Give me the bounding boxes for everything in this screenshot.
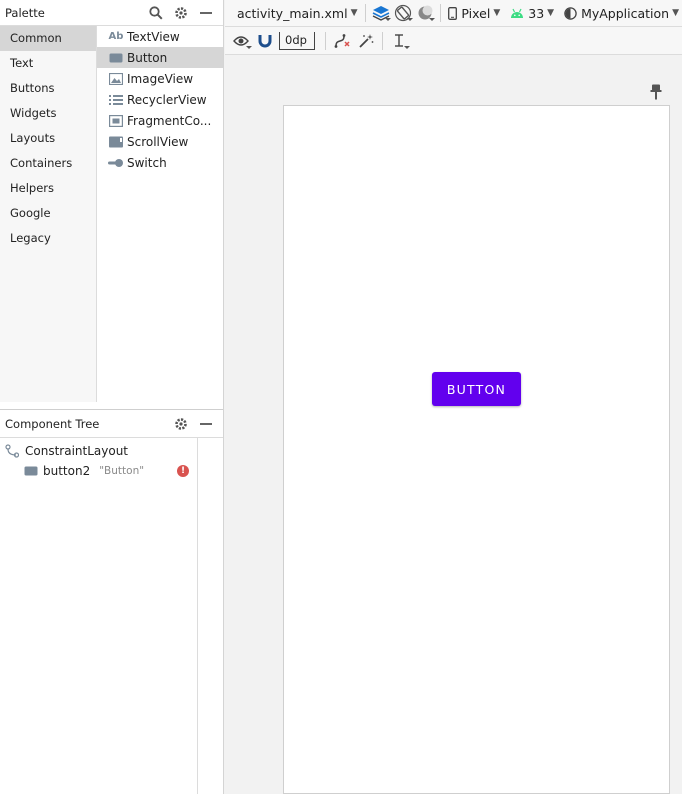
tree-child-hint: "Button"	[99, 465, 145, 477]
widget-scrollview[interactable]: ScrollView	[97, 131, 223, 152]
design-toolbar: activity_main.xml ▼ Pixel ▼ 33 ▼ MyAppli…	[225, 0, 682, 27]
default-margin-field[interactable]: 0dp	[279, 31, 315, 50]
chevron-down-icon	[429, 18, 436, 21]
magnet-icon[interactable]	[253, 30, 277, 52]
chevron-down-icon: ▼	[547, 8, 555, 18]
component-tree-panel: Component Tree ConstraintLayout button2 …	[0, 409, 223, 794]
guidelines-icon[interactable]	[387, 30, 411, 52]
theme-icon	[564, 6, 577, 20]
palette-title: Palette	[5, 5, 45, 20]
widget-imageview[interactable]: ImageView	[97, 68, 223, 89]
api-level-selector[interactable]: 33 ▼	[507, 2, 557, 24]
search-icon[interactable]	[145, 3, 167, 23]
category-widgets[interactable]: Widgets	[0, 101, 96, 126]
chevron-down-icon	[404, 45, 410, 49]
switch-icon	[108, 156, 124, 170]
layers-icon[interactable]	[369, 2, 391, 24]
button-icon	[24, 464, 40, 478]
chevron-down-icon	[407, 18, 414, 21]
minimize-icon[interactable]	[195, 414, 217, 434]
magic-wand-icon[interactable]	[354, 30, 378, 52]
constraint-toolbar: 0dp	[225, 27, 682, 55]
design-canvas[interactable]: BUTTON	[225, 56, 682, 794]
palette-header: Palette	[0, 0, 223, 26]
button-icon	[108, 51, 124, 65]
tree-row-root[interactable]: ConstraintLayout	[0, 441, 197, 461]
error-icon[interactable]: !	[177, 465, 189, 477]
eye-icon[interactable]	[229, 30, 253, 52]
app-theme: MyApplication	[581, 5, 670, 21]
component-tree-body: ConstraintLayout button2 "Button" !	[0, 438, 198, 794]
widget-label: ScrollView	[127, 134, 189, 149]
category-layouts[interactable]: Layouts	[0, 126, 96, 151]
category-google[interactable]: Google	[0, 201, 96, 226]
toolbar-separator	[325, 31, 326, 50]
recyclerview-icon	[108, 93, 124, 107]
component-tree-title: Component Tree	[5, 416, 100, 431]
widget-label: FragmentCo...	[127, 113, 212, 128]
tree-row-button2[interactable]: button2 "Button" !	[0, 461, 197, 481]
category-containers[interactable]: Containers	[0, 151, 96, 176]
device-name: Pixel	[461, 5, 491, 21]
api-level: 33	[528, 5, 545, 21]
chevron-down-icon: ▼	[493, 8, 501, 18]
minimize-icon[interactable]	[195, 3, 217, 23]
toolbar-separator	[382, 31, 383, 50]
palette-widgets: Ab TextView Button ImageView RecyclerVie…	[97, 26, 223, 402]
scrollview-icon	[108, 135, 124, 149]
component-tree-header: Component Tree	[0, 410, 223, 438]
chevron-down-icon	[384, 18, 391, 21]
category-text[interactable]: Text	[0, 51, 96, 76]
widget-switch[interactable]: Switch	[97, 152, 223, 173]
phone-icon	[448, 6, 458, 20]
widget-label: ImageView	[127, 71, 194, 86]
toolbar-separator	[440, 4, 442, 22]
widget-label: TextView	[127, 29, 180, 44]
constraint-layout-icon	[5, 444, 21, 458]
category-legacy[interactable]: Legacy	[0, 226, 96, 251]
file-name: activity_main.xml	[237, 5, 348, 21]
night-mode-icon[interactable]	[414, 2, 436, 24]
imageview-icon	[108, 72, 124, 86]
device-preview[interactable]: BUTTON	[283, 105, 670, 794]
category-buttons[interactable]: Buttons	[0, 76, 96, 101]
textview-icon: Ab	[108, 31, 124, 42]
palette-categories: Common Text Buttons Widgets Layouts Cont…	[0, 26, 97, 402]
palette-body: Common Text Buttons Widgets Layouts Cont…	[0, 26, 223, 402]
category-helpers[interactable]: Helpers	[0, 176, 96, 201]
widget-label: Button	[127, 50, 168, 65]
theme-selector[interactable]: MyApplication ▼	[561, 2, 682, 24]
widget-button[interactable]: Button	[97, 47, 223, 68]
clear-constraints-icon[interactable]	[330, 30, 354, 52]
fragment-icon	[108, 114, 124, 128]
gear-icon[interactable]	[170, 3, 192, 23]
tree-root-label: ConstraintLayout	[25, 444, 129, 458]
chevron-down-icon: ▼	[350, 8, 358, 18]
widget-textview[interactable]: Ab TextView	[97, 26, 223, 47]
widget-label: RecyclerView	[127, 92, 207, 107]
toolbar-separator	[364, 4, 366, 22]
widget-fragmentcontainer[interactable]: FragmentCo...	[97, 110, 223, 131]
left-panel: Palette Common Text Buttons Widgets Layo…	[0, 0, 224, 794]
category-common[interactable]: Common	[0, 26, 96, 51]
android-icon	[510, 8, 524, 19]
gear-icon[interactable]	[170, 414, 192, 434]
rotate-icon[interactable]	[392, 2, 414, 24]
chevron-down-icon	[246, 45, 252, 49]
default-margin-value: 0dp	[285, 33, 307, 47]
widget-label: Switch	[127, 155, 167, 170]
chevron-down-icon: ▼	[672, 8, 680, 18]
widget-recyclerview[interactable]: RecyclerView	[97, 89, 223, 110]
device-selector[interactable]: Pixel ▼	[445, 2, 503, 24]
file-selector[interactable]: activity_main.xml ▼	[234, 2, 361, 24]
pin-icon[interactable]	[650, 84, 662, 100]
preview-button[interactable]: BUTTON	[432, 372, 521, 406]
tree-child-label: button2	[43, 464, 91, 478]
